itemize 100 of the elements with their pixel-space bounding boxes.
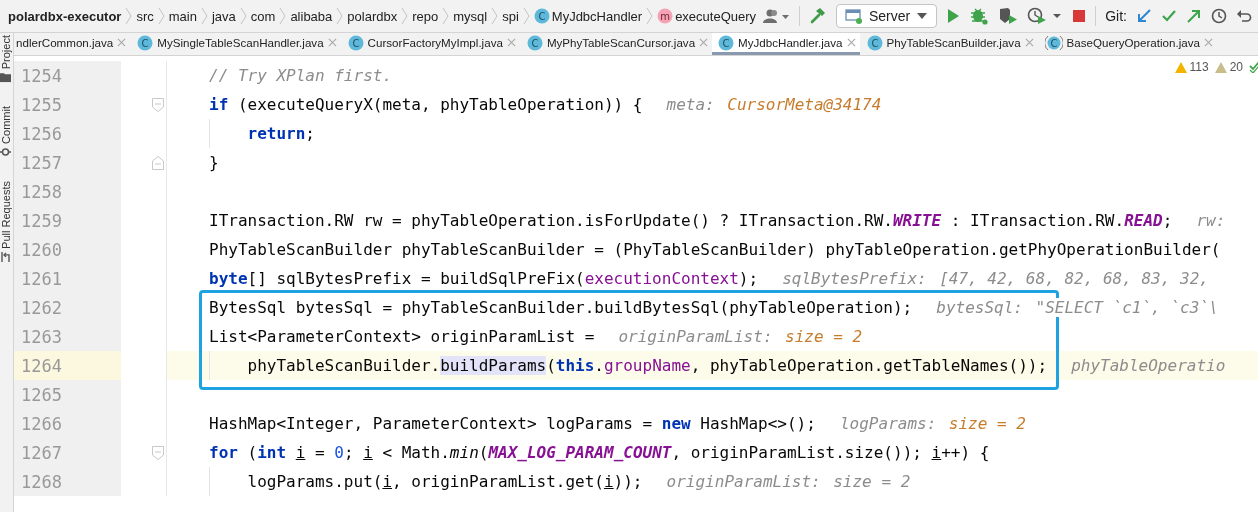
line-number: 1265 (21, 384, 62, 405)
checkmark-icon[interactable] (1161, 8, 1177, 24)
file-tab[interactable]: C BaseQueryOperation.java (1042, 33, 1217, 55)
run-icon[interactable] (946, 8, 961, 24)
inline-hint: phyTableOperatio (1071, 356, 1226, 375)
fold-marker-icon[interactable] (152, 97, 164, 112)
file-tab[interactable]: C CursorFactoryMyImpl.java (345, 33, 520, 55)
chevron-icon (200, 7, 208, 25)
file-tab[interactable]: ndlerCommon.java (14, 33, 131, 55)
caret-icon (916, 12, 929, 20)
chevron-icon (239, 7, 247, 25)
class-icon: C (1044, 34, 1063, 51)
chevron-icon (442, 7, 450, 25)
code-line: List<ParameterContext> originParamList = (209, 327, 595, 346)
line-number: 1256 (21, 123, 62, 144)
vcs-label: Git: (1105, 8, 1127, 24)
line-number: 1260 (21, 239, 62, 260)
close-icon[interactable] (1024, 38, 1034, 47)
line-number: 1254 (21, 65, 62, 86)
breadcrumb-item[interactable]: com (250, 8, 276, 24)
breadcrumb-item[interactable]: main (168, 8, 197, 24)
code-line: } (209, 153, 219, 172)
fold-marker-icon[interactable] (152, 155, 164, 170)
folder-icon (0, 72, 12, 83)
line-number: 1267 (21, 442, 62, 463)
inline-hint: logParams: size = 2 (839, 414, 1026, 433)
file-tab[interactable]: C PhyTableScanBuilder.java (864, 33, 1038, 55)
line-number: 1266 (21, 413, 62, 434)
file-tab[interactable]: C MySingleTableScanHandler.java (135, 33, 341, 55)
line-number: 1262 (21, 297, 62, 318)
profiler-icon[interactable] (1027, 7, 1064, 25)
close-icon[interactable] (506, 38, 516, 47)
fold-marker-icon[interactable] (152, 445, 164, 460)
class-icon: C (347, 34, 364, 51)
line-number: 1268 (21, 471, 62, 492)
chevron-icon (491, 7, 499, 25)
commit-icon (0, 147, 12, 158)
code-line: HashMap<Integer, ParameterContext> logParams = new HashMap<>(); (209, 414, 816, 433)
inline-hint: originParamList: size = 2 (666, 472, 911, 491)
close-icon[interactable] (699, 38, 709, 47)
breadcrumb-item[interactable]: repo (412, 8, 439, 24)
breadcrumb-item[interactable]: spi (502, 8, 519, 24)
class-icon: C (526, 34, 543, 51)
code-line: if (executeQueryX(meta, phyTableOperation)) { (209, 95, 643, 114)
undo-icon[interactable] (1236, 8, 1252, 24)
code-line: logParams.put(i, originParamList.get(i)); (247, 472, 643, 491)
tool-window-button[interactable]: Project (0, 35, 12, 83)
warning-count[interactable]: 113 (1174, 60, 1209, 74)
chevron-icon (125, 7, 133, 25)
breadcrumb-item[interactable]: MyJdbcHandler (551, 8, 643, 24)
code-line: for (int i = 0; i < Math.min(MAX_LOG_PARAM_COUNT, originParamList.size()); i++) { (209, 443, 990, 462)
chevron-icon (157, 7, 165, 25)
arrow-icon[interactable] (1136, 8, 1152, 24)
breadcrumb-item[interactable]: polardbx (347, 8, 398, 24)
tool-window-button[interactable]: Pull Requests (0, 181, 12, 262)
history-icon[interactable] (1211, 8, 1227, 24)
breadcrumb-item[interactable]: executeQuery (675, 8, 757, 24)
class-icon: C (533, 8, 550, 24)
line-number: 1257 (21, 152, 62, 173)
line-number: 1261 (21, 268, 62, 289)
class-icon: C (137, 34, 154, 51)
line-number: 1263 (21, 326, 62, 347)
code-line: PhyTableScanBuilder phyTableScanBuilder = (PhyTableScanBuilder) phyTableOperation.getPhyOperationBuilder( (209, 240, 1221, 259)
code-line: BytesSql bytesSql = phyTableScanBuilder.buildBytesSql(phyTableOperation); (209, 298, 913, 317)
file-tab[interactable]: C MyPhyTableScanCursor.java (524, 33, 713, 55)
code-line: phyTableScanBuilder.buildParams(this.groupName, phyTableOperation.getTableNames()); (247, 356, 1048, 375)
file-tab[interactable]: C MyJdbcHandler.java (712, 33, 860, 55)
chevron-icon (646, 7, 654, 25)
check-icon[interactable] (1249, 61, 1258, 73)
chevron-icon (401, 7, 409, 25)
tool-window-button[interactable]: Commit (0, 106, 12, 158)
inline-hint: meta: CursorMeta@34174 (666, 95, 882, 114)
breadcrumb-item[interactable]: alibaba (290, 8, 333, 24)
hammer-icon[interactable] (809, 7, 827, 25)
code-line: // Try XPlan first. (209, 66, 393, 85)
inline-hint: originParamList: size = 2 (618, 327, 863, 346)
code-line: byte[] sqlBytesPrefix = buildSqlPreFix(executionContext); (209, 269, 759, 288)
breadcrumb-item[interactable]: src (136, 8, 154, 24)
warning-count[interactable]: 20 (1214, 60, 1243, 74)
chevron-icon (336, 7, 344, 25)
close-icon[interactable] (1204, 38, 1213, 47)
line-number: 1264 (21, 355, 62, 376)
user-icon[interactable] (762, 8, 790, 24)
breadcrumb-item[interactable]: polardbx-executor (8, 8, 122, 24)
arrow-icon[interactable] (1186, 8, 1202, 24)
run-configuration-dropdown[interactable]: Server (836, 4, 938, 28)
close-icon[interactable] (327, 38, 337, 47)
breadcrumb-item[interactable]: java (211, 8, 236, 24)
class-icon: C (866, 34, 883, 51)
warning-icon (1214, 61, 1227, 73)
close-icon[interactable] (117, 38, 127, 47)
line-number: 1258 (21, 181, 62, 202)
shield-run-icon[interactable] (998, 7, 1019, 25)
chevron-icon (279, 7, 287, 25)
bug-icon[interactable] (969, 7, 990, 25)
line-number: 1259 (21, 210, 62, 231)
stop-icon[interactable] (1072, 9, 1087, 23)
close-icon[interactable] (846, 38, 856, 47)
window-icon (845, 8, 863, 24)
breadcrumb-item[interactable]: mysql (453, 8, 488, 24)
